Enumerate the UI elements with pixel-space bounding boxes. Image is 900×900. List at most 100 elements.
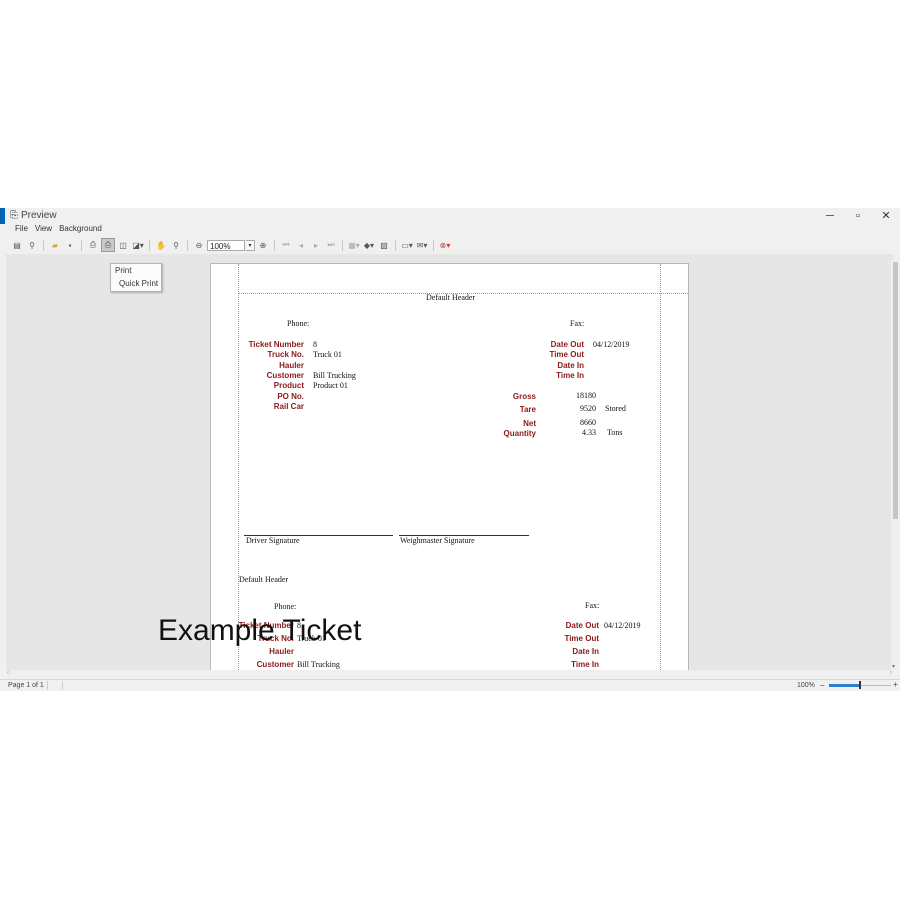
- print-dropdown-menu: Print Quick Print: [110, 263, 162, 292]
- zoom-slider-handle[interactable]: [859, 681, 861, 689]
- previous-page-icon[interactable]: ◂: [294, 238, 308, 252]
- second-phone-label: Phone:: [274, 602, 297, 611]
- horizontal-scrollbar[interactable]: ‹ ›: [6, 670, 894, 678]
- date-in-label: Date In: [557, 361, 584, 370]
- product-value: Product 01: [313, 381, 348, 390]
- example-ticket-watermark: Example Ticket: [158, 614, 362, 647]
- document-map-icon[interactable]: ▤: [10, 238, 24, 252]
- time-out-label: Time Out: [549, 350, 584, 359]
- hauler-label: Hauler: [279, 361, 304, 370]
- left-margin-guide: [238, 264, 239, 670]
- second-time-in-label: Time In: [571, 660, 599, 669]
- second-date-in-label: Date In: [572, 647, 599, 656]
- product-label: Product: [273, 381, 304, 390]
- toolbar-separator: [187, 239, 188, 251]
- preview-window: ⎘ Preview ─ ▫ ✕ File View Background ▤ ⚲…: [0, 208, 900, 691]
- customer-value: Bill Trucking: [313, 371, 356, 380]
- page-setup-icon[interactable]: ◫: [116, 238, 130, 252]
- zoom-percent: 100%: [797, 682, 815, 689]
- window-accent-bar: [0, 208, 5, 224]
- truck-no-value: Truck 01: [313, 350, 342, 359]
- rail-car-label: Rail Car: [273, 402, 304, 411]
- menu-view[interactable]: View: [35, 224, 52, 233]
- scroll-left-icon[interactable]: ‹: [7, 670, 9, 676]
- toolbar-separator: [274, 239, 275, 251]
- second-fax-label: Fax:: [585, 601, 600, 610]
- watermark-icon[interactable]: ▧: [377, 238, 391, 252]
- ticket-number-value: 8: [313, 340, 317, 349]
- quick-print-icon[interactable]: ⎙: [101, 238, 115, 252]
- zoom-plus-button[interactable]: +: [893, 680, 898, 689]
- quick-print-menu-item[interactable]: Quick Print: [119, 279, 158, 288]
- zoom-minus-button[interactable]: −: [820, 681, 825, 690]
- ticket-number-label: Ticket Number: [248, 340, 304, 349]
- second-date-out-label: Date Out: [565, 621, 599, 630]
- color-fill-icon[interactable]: ◆▾: [362, 238, 376, 252]
- second-customer-value: Bill Trucking: [297, 660, 340, 669]
- first-page-icon[interactable]: ⏮: [279, 238, 293, 252]
- quantity-unit: Tons: [607, 428, 623, 437]
- quantity-value: 4.33: [582, 428, 596, 437]
- save-icon[interactable]: ▪: [63, 238, 77, 252]
- close-preview-icon[interactable]: ⊗▾: [438, 238, 452, 252]
- tare-stored-note: Stored: [605, 404, 626, 413]
- open-folder-icon[interactable]: ▰: [48, 238, 62, 252]
- next-page-icon[interactable]: ▸: [309, 238, 323, 252]
- second-customer-label: Customer: [256, 660, 294, 669]
- weighmaster-signature-label: Weighmaster Signature: [400, 536, 475, 545]
- toolbar: ▤ ⚲ ▰ ▪ ⎙ ⎙ ◫ ◪▾ ✋ ⚲ ⊖ 100% ▾ ⊕ ⏮ ◂ ▸ ⏭ …: [10, 238, 452, 252]
- maximize-button[interactable]: ▫: [844, 208, 872, 224]
- preview-viewport[interactable]: Default Header Phone: Fax: Ticket Number…: [6, 254, 894, 670]
- title-bar: ⎘ Preview: [10, 210, 57, 221]
- vertical-scroll-thumb[interactable]: [893, 262, 898, 519]
- window-controls: ─ ▫ ✕: [816, 208, 900, 224]
- toolbar-separator: [149, 239, 150, 251]
- zoom-slider-fill: [829, 684, 860, 687]
- status-bar: Page 1 of 1 100% − +: [0, 679, 900, 692]
- scale-icon[interactable]: ◪▾: [131, 238, 145, 252]
- gross-value: 18180: [576, 391, 596, 400]
- page-indicator: Page 1 of 1: [8, 682, 44, 689]
- export-icon[interactable]: ▭▾: [400, 238, 414, 252]
- toolbar-separator: [395, 239, 396, 251]
- second-time-out-label: Time Out: [564, 634, 599, 643]
- menu-file[interactable]: File: [15, 224, 28, 233]
- print-menu-item[interactable]: Print: [115, 266, 131, 275]
- time-in-label: Time In: [556, 371, 584, 380]
- magnifier-icon[interactable]: ⚲: [169, 238, 183, 252]
- scroll-down-icon[interactable]: ▾: [892, 663, 895, 670]
- date-out-value: 04/12/2019: [593, 340, 630, 349]
- toolbar-separator: [81, 239, 82, 251]
- multiple-pages-icon[interactable]: ▦▾: [347, 238, 361, 252]
- zoom-out-icon[interactable]: ⊖: [192, 238, 206, 252]
- report-page: Default Header Phone: Fax: Ticket Number…: [210, 263, 689, 670]
- close-button[interactable]: ✕: [872, 208, 900, 224]
- right-margin-guide: [660, 264, 661, 670]
- second-date-out-value: 04/12/2019: [604, 621, 641, 630]
- zoom-combobox[interactable]: 100%: [207, 239, 245, 251]
- driver-signature-label: Driver Signature: [246, 536, 300, 545]
- toolbar-separator: [43, 239, 44, 251]
- hand-tool-icon[interactable]: ✋: [154, 238, 168, 252]
- binoculars-icon[interactable]: ⚲: [25, 238, 39, 252]
- status-divider: [47, 681, 48, 690]
- window-title: Preview: [21, 210, 57, 221]
- minimize-button[interactable]: ─: [816, 208, 844, 224]
- tare-value: 9520: [580, 404, 596, 413]
- menu-background[interactable]: Background: [59, 224, 102, 233]
- quantity-label: Quantity: [503, 429, 536, 438]
- report-header: Default Header: [426, 293, 476, 302]
- last-page-icon[interactable]: ⏭: [324, 238, 338, 252]
- vertical-scrollbar[interactable]: ▾: [891, 260, 900, 670]
- scroll-right-icon[interactable]: ›: [890, 670, 892, 676]
- toolbar-separator: [342, 239, 343, 251]
- send-email-icon[interactable]: ✉▾: [415, 238, 429, 252]
- tare-label: Tare: [519, 405, 536, 414]
- fax-label: Fax:: [570, 319, 585, 328]
- zoom-in-icon[interactable]: ⊕: [256, 238, 270, 252]
- toolbar-separator: [433, 239, 434, 251]
- zoom-dropdown-arrow[interactable]: ▾: [246, 239, 255, 251]
- po-no-label: PO No.: [277, 392, 304, 401]
- customer-label: Customer: [266, 371, 304, 380]
- print-icon[interactable]: ⎙: [86, 238, 100, 252]
